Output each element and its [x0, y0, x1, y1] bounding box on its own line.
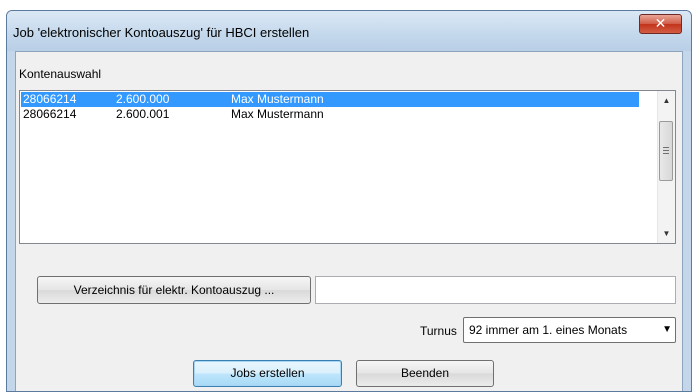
- dialog-content: Kontenauswahl 28066214 2.600.000 Max Mus…: [15, 51, 683, 391]
- directory-path-input[interactable]: [315, 276, 676, 304]
- list-item[interactable]: 28066214 2.600.001 Max Mustermann: [21, 107, 639, 122]
- grip-line: [663, 153, 669, 154]
- scroll-up-icon[interactable]: ▲: [658, 92, 675, 109]
- turnus-select[interactable]: 92 immer am 1. eines Monats ▼: [463, 317, 676, 343]
- account-number: 28066214: [23, 92, 77, 106]
- account-list[interactable]: 28066214 2.600.000 Max Mustermann 280662…: [19, 90, 676, 244]
- turnus-label: Turnus: [420, 324, 457, 338]
- select-directory-button[interactable]: Verzeichnis für elektr. Kontoauszug ...: [37, 276, 311, 304]
- list-item[interactable]: 28066214 2.600.000 Max Mustermann: [21, 92, 639, 107]
- account-holder: Max Mustermann: [231, 92, 324, 106]
- title-bar: Job 'elektronischer Kontoauszug' für HBC…: [7, 11, 691, 51]
- subaccount-number: 2.600.000: [116, 92, 170, 106]
- create-jobs-button[interactable]: Jobs erstellen: [193, 360, 342, 387]
- exit-button[interactable]: Beenden: [356, 360, 494, 387]
- scrollbar-thumb[interactable]: [659, 121, 673, 181]
- close-icon: ✕: [654, 16, 667, 32]
- subaccount-number: 2.600.001: [116, 107, 170, 121]
- scroll-down-icon[interactable]: ▼: [658, 225, 675, 242]
- account-number: 28066214: [23, 107, 77, 121]
- grip-line: [663, 147, 669, 148]
- account-selection-label: Kontenauswahl: [19, 67, 102, 81]
- window-title: Job 'elektronischer Kontoauszug' für HBC…: [13, 25, 310, 40]
- vertical-scrollbar[interactable]: ▲ ▼: [657, 91, 675, 243]
- turnus-selected-value: 92 immer am 1. eines Monats: [469, 323, 628, 337]
- dialog-window: Job 'elektronischer Kontoauszug' für HBC…: [6, 10, 692, 392]
- account-holder: Max Mustermann: [231, 107, 324, 121]
- chevron-down-icon: ▼: [662, 324, 672, 335]
- grip-line: [663, 150, 669, 151]
- close-button[interactable]: ✕: [639, 14, 682, 34]
